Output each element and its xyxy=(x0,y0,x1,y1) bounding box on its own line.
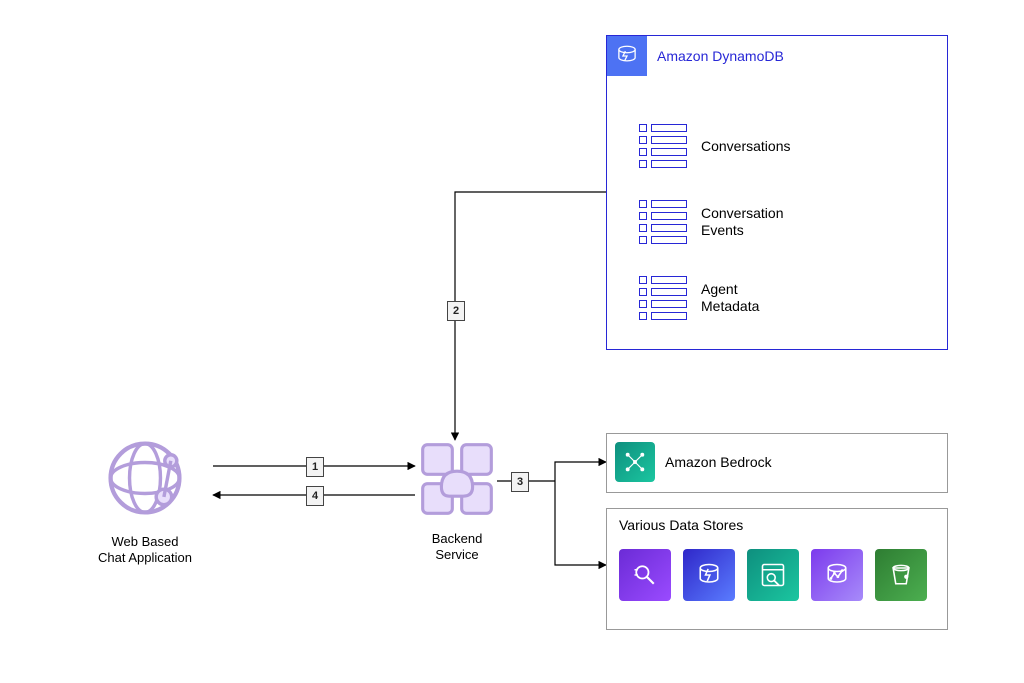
backend-service-label: Backend Service xyxy=(417,531,497,564)
bedrock-icon xyxy=(622,449,648,475)
dynamodb-table-conversation-events: Conversation Events xyxy=(639,200,784,244)
table-icon xyxy=(639,124,687,168)
s3-bucket-icon xyxy=(875,549,927,601)
group-dynamodb: Amazon DynamoDB Conversations Conversati… xyxy=(606,35,948,350)
step-badge-2: 2 xyxy=(447,301,465,321)
node-web-chat-app: Web Based Chat Application xyxy=(85,435,205,567)
dynamodb-title: Amazon DynamoDB xyxy=(657,48,784,64)
group-data-stores: Various Data Stores xyxy=(606,508,948,630)
dynamodb-service-icon xyxy=(614,43,640,69)
group-bedrock: Amazon Bedrock xyxy=(606,433,948,493)
opensearch-icon xyxy=(619,549,671,601)
step-badge-4: 4 xyxy=(306,486,324,506)
dynamodb-table-conversations: Conversations xyxy=(639,124,791,168)
table-icon xyxy=(639,276,687,320)
step-badge-3: 3 xyxy=(511,472,529,492)
bedrock-title: Amazon Bedrock xyxy=(665,454,772,470)
table-icon xyxy=(639,200,687,244)
web-app-icon xyxy=(102,435,188,521)
step-badge-1: 1 xyxy=(306,457,324,477)
dynamodb-table-agent-metadata: Agent Metadata xyxy=(639,276,759,320)
web-app-label: Web Based Chat Application xyxy=(85,534,205,567)
analytics-db-icon xyxy=(811,549,863,601)
backend-service-icon xyxy=(418,440,496,518)
dynamodb-icon xyxy=(683,549,735,601)
data-stores-title: Various Data Stores xyxy=(619,517,743,533)
node-backend-service: Backend Service xyxy=(417,440,497,564)
search-service-icon xyxy=(747,549,799,601)
table-label: Conversations xyxy=(701,138,791,155)
table-label: Agent Metadata xyxy=(701,281,759,315)
table-label: Conversation Events xyxy=(701,205,784,239)
